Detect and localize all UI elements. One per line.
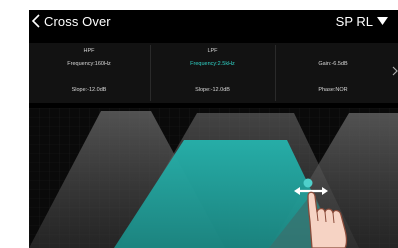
- gain-value: Gain:-6.5dB: [318, 61, 348, 67]
- hpf-label: HPF: [83, 48, 95, 54]
- more-arrow-icon[interactable]: [392, 66, 398, 76]
- channel-label: SP RL: [335, 13, 373, 29]
- channel-selector[interactable]: SP RL: [336, 12, 388, 30]
- lpf-frequency: Frequency:2.5kHz: [190, 61, 235, 67]
- chevron-left-icon: [31, 14, 40, 28]
- lpf-handle[interactable]: [303, 178, 313, 188]
- lpf-slope: Slope:-12.0dB: [195, 87, 230, 93]
- crossover-graph[interactable]: [29, 108, 398, 248]
- hpf-slope: Slope:-12.0dB: [71, 87, 107, 93]
- gain-panel[interactable]: Gain:-6.5dB Phase:NOR: [276, 43, 390, 103]
- back-button[interactable]: Cross Over: [31, 12, 111, 30]
- lpf-panel[interactable]: LPF Frequency:2.5kHz Slope:-12.0dB: [151, 43, 274, 103]
- triangle-down-icon: [377, 17, 388, 25]
- phase-value: Phase:NOR: [318, 87, 348, 93]
- hpf-frequency: Frequency:160Hz: [67, 61, 111, 67]
- hpf-panel[interactable]: HPF Frequency:160Hz Slope:-12.0dB: [29, 43, 149, 103]
- header: Cross Over SP RL: [29, 10, 398, 32]
- lpf-label: LPF: [207, 48, 218, 54]
- screen: Cross Over SP RL HPF Frequency:160Hz Slo…: [29, 10, 398, 248]
- crossover-parameters: HPF Frequency:160Hz Slope:-12.0dB LPF Fr…: [29, 43, 398, 103]
- page-title: Cross Over: [44, 13, 111, 29]
